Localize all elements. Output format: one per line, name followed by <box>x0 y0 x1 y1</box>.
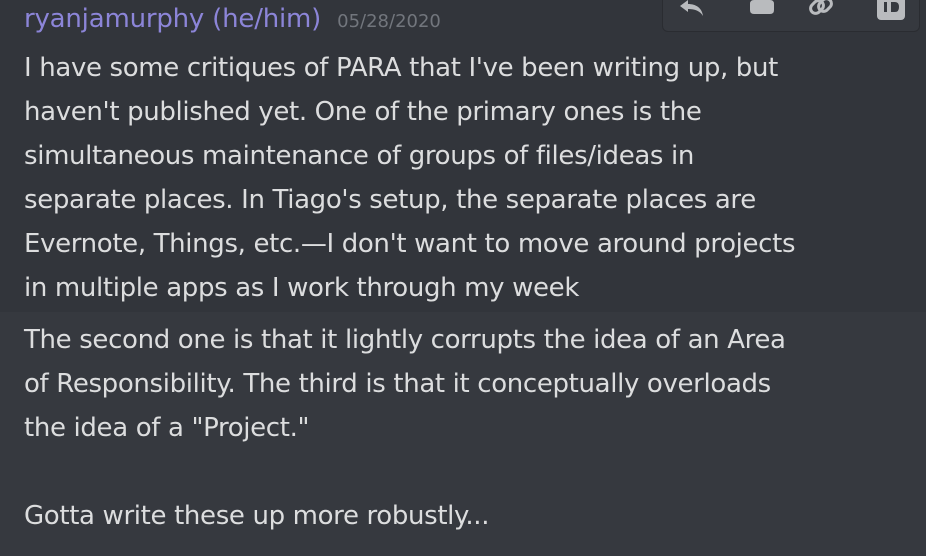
reply-icon[interactable] <box>671 0 711 33</box>
message-paragraph-1: I have some critiques of PARA that I've … <box>24 46 914 310</box>
message-line: I have some critiques of PARA that I've … <box>24 53 778 83</box>
message-actions-toolbar <box>662 0 920 32</box>
message-line: in multiple apps as I work through my we… <box>24 273 580 303</box>
message-line: Evernote, Things, etc.—I don't want to m… <box>24 229 796 259</box>
id-icon[interactable] <box>871 0 911 31</box>
message-paragraph-3: Gotta write these up more robustly... <box>24 494 914 538</box>
message-line: The second one is that it lightly corrup… <box>24 325 786 355</box>
message-line: Gotta write these up more robustly... <box>24 501 490 531</box>
message-paragraph-2: The second one is that it lightly corrup… <box>24 318 914 450</box>
message-line: separate places. In Tiago's setup, the s… <box>24 185 756 215</box>
chat-area: ryanjamurphy (he/him) 05/28/2020 I have … <box>0 0 926 556</box>
message-timestamp: 05/28/2020 <box>337 11 441 32</box>
message-header: ryanjamurphy (he/him) 05/28/2020 <box>24 4 441 44</box>
link-icon[interactable] <box>801 0 841 33</box>
author-username[interactable]: ryanjamurphy (he/him) <box>24 4 321 34</box>
message-line: haven't published yet. One of the primar… <box>24 97 702 127</box>
message-line: of Responsibility. The third is that it … <box>24 369 771 399</box>
message-line: simultaneous maintenance of groups of fi… <box>24 141 695 171</box>
message-line: the idea of a "Project." <box>24 413 310 443</box>
react-icon[interactable] <box>741 0 781 33</box>
